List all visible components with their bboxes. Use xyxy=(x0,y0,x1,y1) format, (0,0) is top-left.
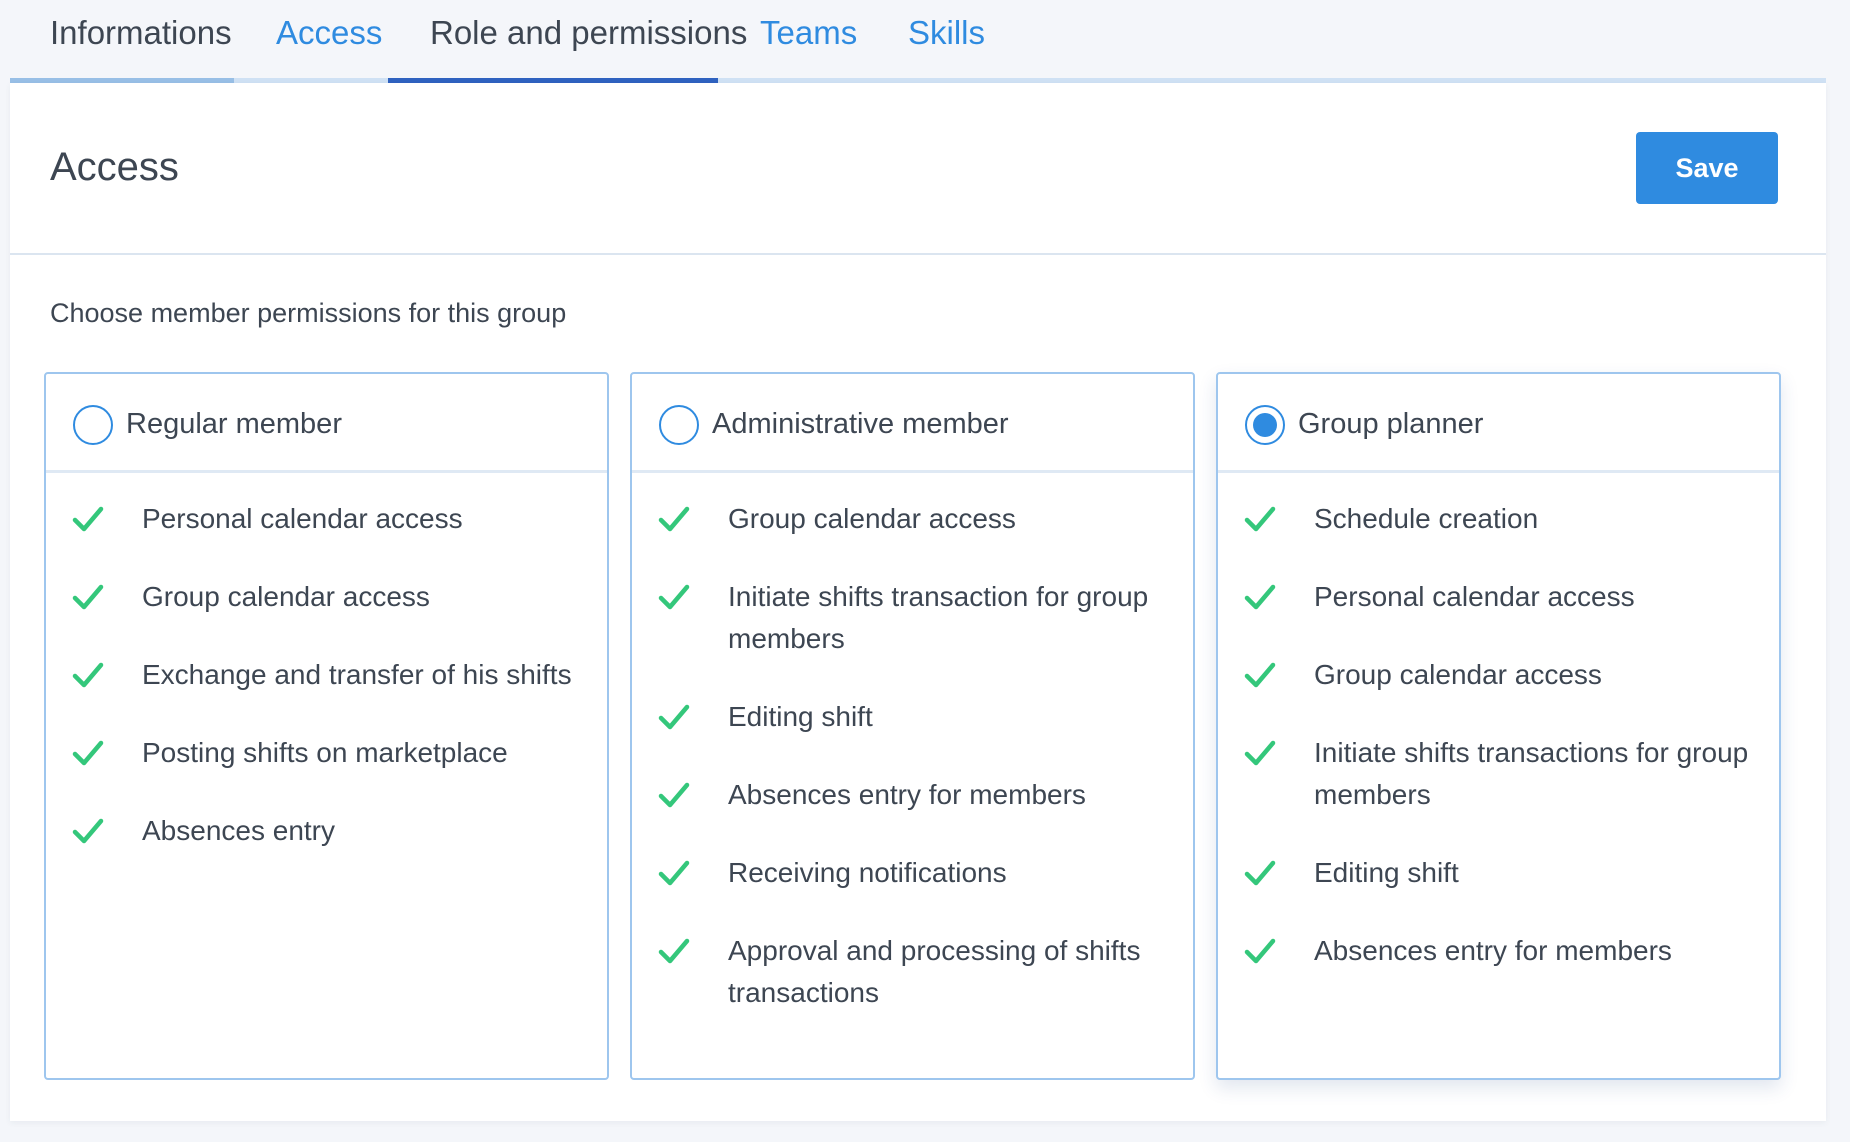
permission-label: Group calendar access xyxy=(1314,659,1602,690)
permission-label: Absences entry for members xyxy=(1314,935,1672,966)
permission-label: Personal calendar access xyxy=(142,503,463,534)
card-header: Access Save xyxy=(10,83,1826,255)
permission-label: Editing shift xyxy=(1314,857,1459,888)
permissions-subtitle: Choose member permissions for this group xyxy=(50,298,567,328)
tab-label: Access xyxy=(276,14,383,51)
permission-item: Exchange and transfer of his shifts xyxy=(46,654,607,696)
page: Informations Access Role and permissions… xyxy=(0,0,1850,1142)
check-icon xyxy=(658,506,690,532)
permission-label: Absences entry xyxy=(142,815,335,846)
check-icon xyxy=(1244,860,1276,886)
option-title: Regular member xyxy=(126,408,342,440)
permission-item: Personal calendar access xyxy=(1218,576,1779,618)
option-group-planner[interactable]: Group planner Schedule creation Personal … xyxy=(1216,372,1781,1080)
permission-item: Group calendar access xyxy=(632,498,1193,540)
check-icon xyxy=(658,782,690,808)
tab-role-and-permissions[interactable]: Role and permissions xyxy=(430,0,747,84)
permission-item: Approval and processing of shifts transa… xyxy=(632,930,1193,1014)
tab-label: Teams xyxy=(760,14,858,51)
check-icon xyxy=(72,506,104,532)
tab-bar: Informations Access Role and permissions… xyxy=(10,0,1826,84)
permission-item: Personal calendar access xyxy=(46,498,607,540)
permission-label: Initiate shifts transaction for group me… xyxy=(728,581,1149,654)
check-icon xyxy=(658,938,690,964)
tab-label: Skills xyxy=(908,14,986,51)
radio-button[interactable] xyxy=(1245,405,1285,445)
tab-skills[interactable]: Skills xyxy=(908,0,985,84)
permission-label: Editing shift xyxy=(728,701,873,732)
check-icon xyxy=(72,662,104,688)
check-icon xyxy=(658,860,690,886)
permission-item: Absences entry for members xyxy=(1218,930,1779,972)
permission-label: Group calendar access xyxy=(142,581,430,612)
permission-item: Initiate shifts transactions for group m… xyxy=(1218,732,1779,816)
check-icon xyxy=(1244,584,1276,610)
permission-label: Initiate shifts transactions for group m… xyxy=(1314,737,1749,810)
check-icon xyxy=(1244,662,1276,688)
permission-label: Personal calendar access xyxy=(1314,581,1635,612)
tab-label: Informations xyxy=(50,14,232,51)
permission-list: Schedule creation Personal calendar acces… xyxy=(1218,498,1779,1008)
permission-item: Posting shifts on marketplace xyxy=(46,732,607,774)
permission-list: Group calendar access Initiate shifts tra… xyxy=(632,498,1193,1050)
tab-informations[interactable]: Informations xyxy=(50,0,232,84)
radio-button[interactable] xyxy=(659,405,699,445)
option-header: Group planner xyxy=(1218,374,1779,473)
check-icon xyxy=(72,740,104,766)
permission-label: Approval and processing of shifts transa… xyxy=(728,935,1141,1008)
permission-list: Personal calendar access Group calendar a… xyxy=(46,498,607,888)
check-icon xyxy=(1244,938,1276,964)
permission-item: Editing shift xyxy=(1218,852,1779,894)
check-icon xyxy=(658,704,690,730)
permission-item: Editing shift xyxy=(632,696,1193,738)
save-button[interactable]: Save xyxy=(1636,132,1778,204)
permission-item: Group calendar access xyxy=(46,576,607,618)
check-icon xyxy=(72,584,104,610)
tab-access[interactable]: Access xyxy=(276,0,382,84)
tab-teams[interactable]: Teams xyxy=(760,0,857,84)
permission-item: Absences entry xyxy=(46,810,607,852)
permission-item: Receiving notifications xyxy=(632,852,1193,894)
option-regular-member[interactable]: Regular member Personal calendar access G… xyxy=(44,372,609,1080)
permission-label: Posting shifts on marketplace xyxy=(142,737,508,768)
permission-label: Exchange and transfer of his shifts xyxy=(142,659,572,690)
permission-item: Initiate shifts transaction for group me… xyxy=(632,576,1193,660)
permission-item: Group calendar access xyxy=(1218,654,1779,696)
access-card: Access Save Choose member permissions fo… xyxy=(10,83,1826,1121)
permission-label: Receiving notifications xyxy=(728,857,1007,888)
check-icon xyxy=(72,818,104,844)
permission-label: Schedule creation xyxy=(1314,503,1539,534)
check-icon xyxy=(1244,506,1276,532)
radio-dot xyxy=(1253,413,1277,437)
check-icon xyxy=(1244,740,1276,766)
option-title: Administrative member xyxy=(712,408,1009,440)
check-icon xyxy=(658,584,690,610)
option-header: Administrative member xyxy=(632,374,1193,473)
permission-item: Absences entry for members xyxy=(632,774,1193,816)
permission-label: Group calendar access xyxy=(728,503,1016,534)
page-title: Access xyxy=(50,145,179,189)
tab-label: Role and permissions xyxy=(430,14,748,51)
radio-button[interactable] xyxy=(73,405,113,445)
option-header: Regular member xyxy=(46,374,607,473)
permission-label: Absences entry for members xyxy=(728,779,1086,810)
permission-item: Schedule creation xyxy=(1218,498,1779,540)
option-title: Group planner xyxy=(1298,408,1484,440)
option-administrative-member[interactable]: Administrative member Group calendar acc… xyxy=(630,372,1195,1080)
